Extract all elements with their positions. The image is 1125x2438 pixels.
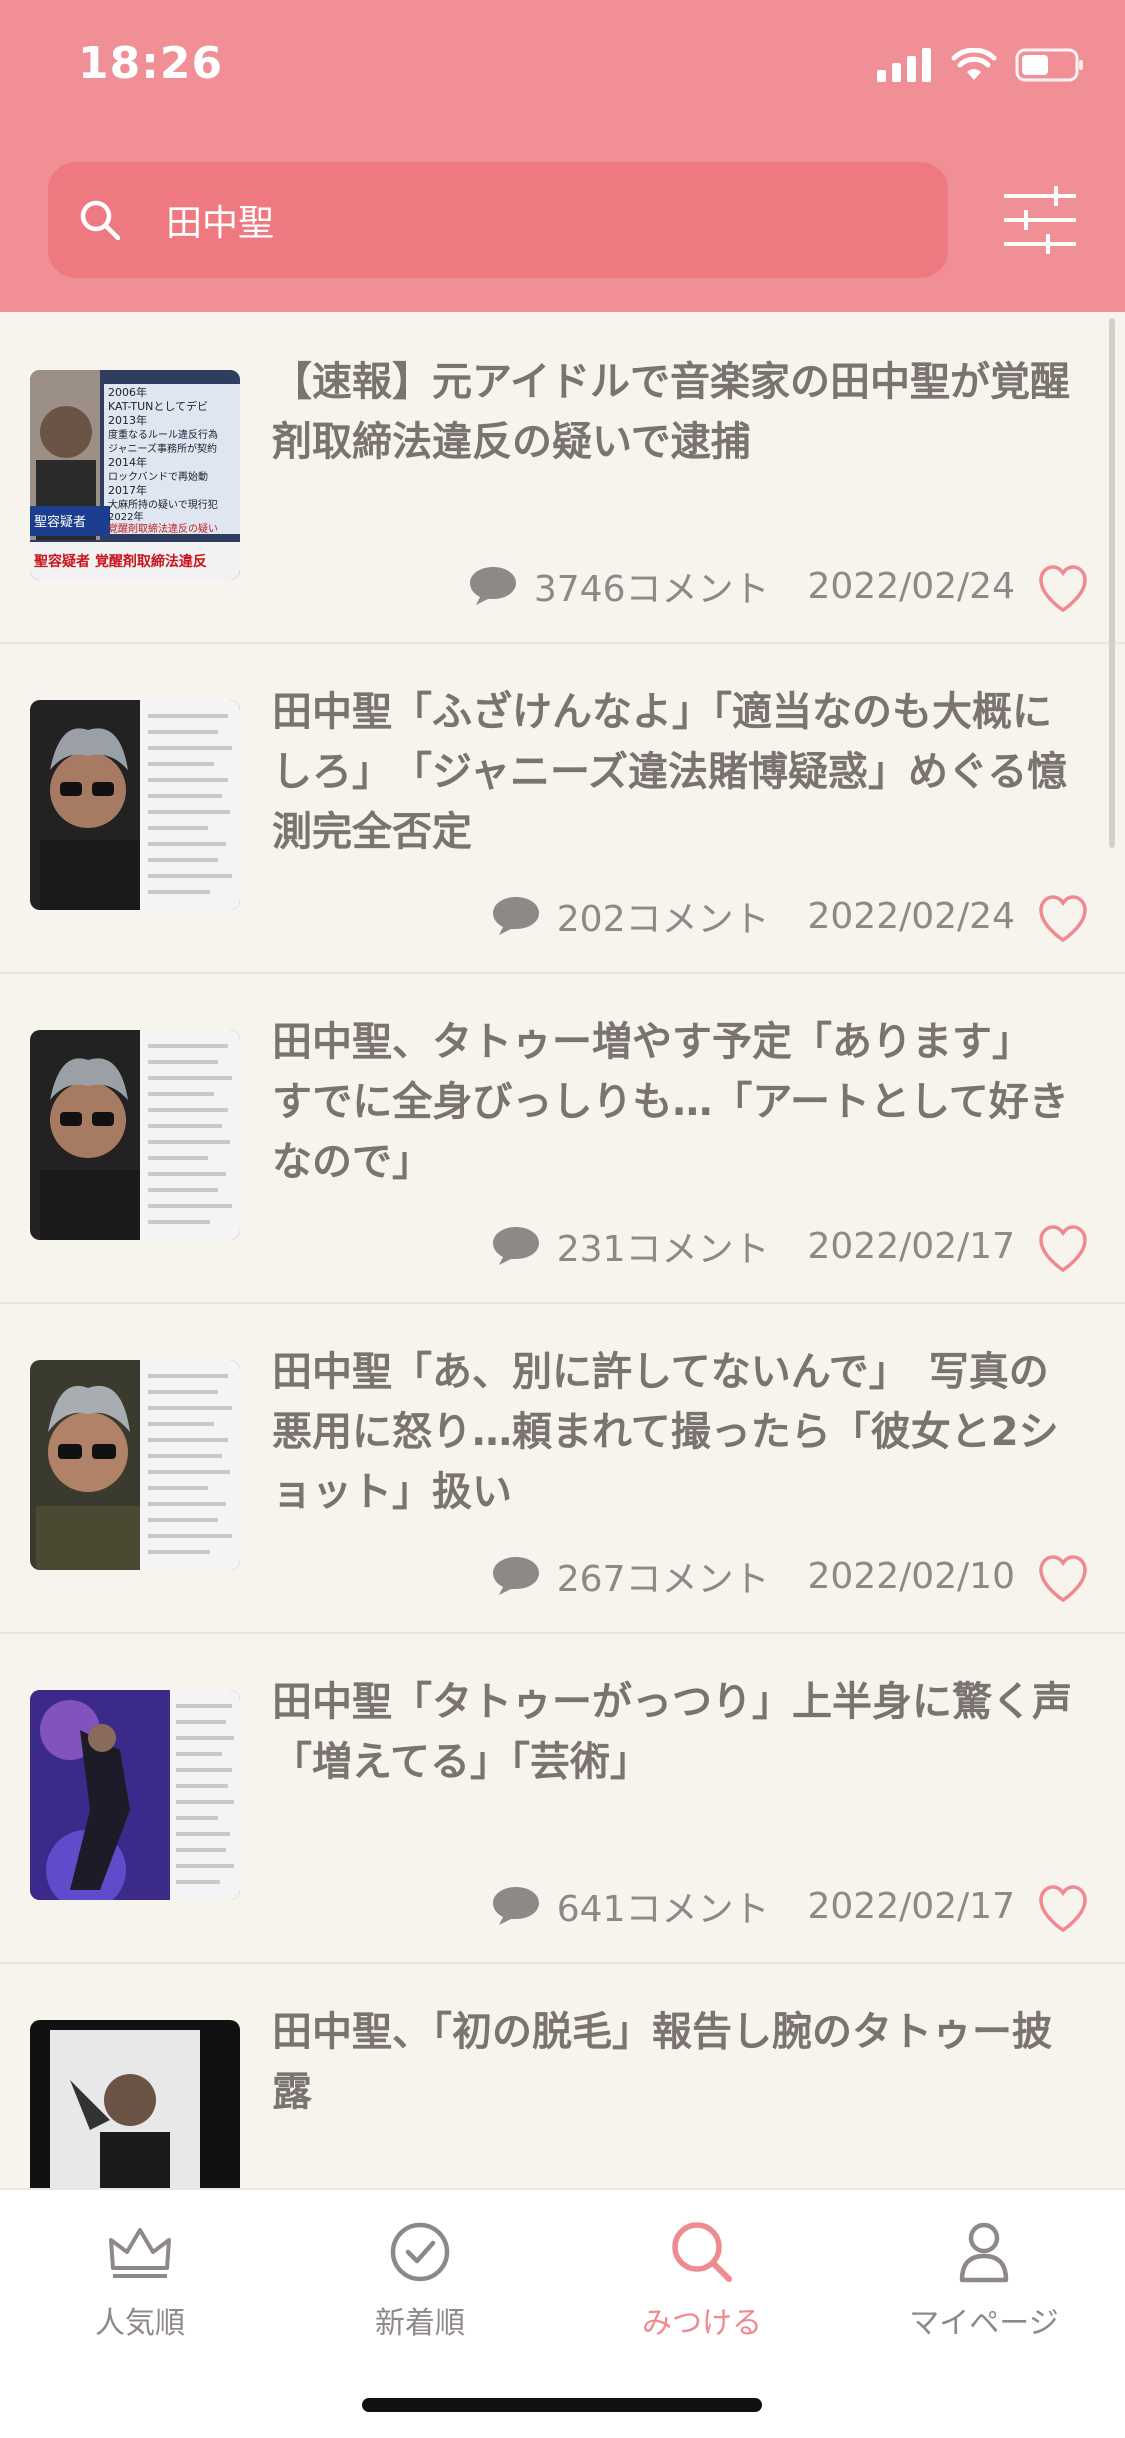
article-thumbnail xyxy=(30,1690,240,1900)
thumb-text: 2014年 xyxy=(108,455,147,469)
article-meta: 267コメント 2022/02/10 xyxy=(491,1550,1015,1602)
comment-icon xyxy=(492,1887,539,1925)
thumb-text: 度重なるルール違反行為 xyxy=(108,428,218,441)
article-thumbnail: 2006年 KAT-TUNとしてデビ 2013年 度重なるルール違反行為 ジャニ… xyxy=(30,370,240,580)
article-title: 田中聖、タトゥー増やす予定「あります」 すでに全身びっしりも…「アートとして好き… xyxy=(272,1019,1069,1185)
heart-icon[interactable] xyxy=(1037,894,1089,944)
thumb-text: 2013年 xyxy=(108,413,147,427)
comment-icon xyxy=(492,1557,539,1595)
article-title: 田中聖「ふざけんなよ」「適当なのも大概にしろ」 「ジャニーズ違法賭博疑惑」めぐる… xyxy=(272,689,1068,855)
status-time: 18:26 xyxy=(78,38,224,89)
thumb-text: 覚醒剤取締法違反の疑い xyxy=(108,522,218,535)
comment-count: 3746コメント xyxy=(533,569,770,610)
comment-icon xyxy=(492,897,539,935)
thumb-text: KAT-TUNとしてデビ xyxy=(108,399,208,413)
tab-search[interactable]: みつける xyxy=(602,2212,802,2342)
heart-icon[interactable] xyxy=(1037,1224,1089,1274)
comment-icon xyxy=(469,567,516,605)
thumb-text: 聖容疑者 xyxy=(34,514,86,530)
search-query: 田中聖 xyxy=(166,203,275,244)
filter-sliders-icon[interactable] xyxy=(1000,184,1080,256)
heart-icon[interactable] xyxy=(1037,1884,1089,1934)
article-date: 2022/02/24 xyxy=(807,895,1016,937)
thumb-text: 2017年 xyxy=(108,483,147,497)
article-thumbnail xyxy=(30,1030,240,1240)
thumb-caption: 聖容疑者 覚醒剤取締法違反 xyxy=(34,553,207,570)
search-input[interactable]: 田中聖 xyxy=(48,162,948,278)
thumb-text: 2006年 xyxy=(108,385,147,399)
comment-count: 231コメント xyxy=(556,1229,770,1270)
comment-count: 202コメント xyxy=(556,899,770,940)
thumb-text: ロックバンドで再始動 xyxy=(108,470,208,483)
tab-popular[interactable]: 人気順 xyxy=(40,2212,240,2342)
article-title: 田中聖「タトゥーがっつり」上半身に驚く声 「増えてる」「芸術」 xyxy=(272,1679,1112,1785)
signal-icon xyxy=(877,48,931,82)
person-icon xyxy=(884,2212,1084,2292)
tab-mypage[interactable]: マイページ xyxy=(884,2212,1084,2342)
article-item[interactable]: 田中聖「タトゥーがっつり」上半身に驚く声 「増えてる」「芸術」 641コメント … xyxy=(0,1632,1125,1964)
article-item[interactable]: 田中聖「あ、別に許してないんで」 写真の悪用に怒り…頼まれて撮ったら「彼女と2シ… xyxy=(0,1302,1125,1634)
article-item[interactable]: 田中聖、「初の脱毛」報告し腕のタトゥー披露 xyxy=(0,1962,1125,2188)
article-thumbnail xyxy=(30,700,240,910)
status-icons xyxy=(877,48,1085,82)
search-icon xyxy=(602,2212,802,2292)
article-item[interactable]: 2006年 KAT-TUNとしてデビ 2013年 度重なるルール違反行為 ジャニ… xyxy=(0,312,1125,644)
thumb-text: ジャニーズ事務所が契約 xyxy=(108,442,217,455)
article-meta: 641コメント 2022/02/17 xyxy=(491,1880,1015,1932)
article-date: 2022/02/17 xyxy=(807,1885,1016,1927)
comment-count: 641コメント xyxy=(556,1889,770,1930)
clock-icon xyxy=(320,2212,520,2292)
battery-icon xyxy=(1015,48,1083,82)
article-meta: 3746コメント 2022/02/24 xyxy=(468,560,1015,612)
tab-label: みつける xyxy=(642,2306,762,2341)
home-indicator xyxy=(362,2398,762,2412)
article-item[interactable]: 田中聖「ふざけんなよ」「適当なのも大概にしろ」 「ジャニーズ違法賭博疑惑」めぐる… xyxy=(0,642,1125,974)
tab-label: マイページ xyxy=(909,2306,1059,2341)
crown-icon xyxy=(40,2212,240,2292)
article-list: 2006年 KAT-TUNとしてデビ 2013年 度重なるルール違反行為 ジャニ… xyxy=(0,312,1125,2188)
article-title: 田中聖、「初の脱毛」報告し腕のタトゥー披露 xyxy=(272,2009,1052,2115)
article-thumbnail xyxy=(30,1360,240,1570)
scrollbar[interactable] xyxy=(1109,318,1115,848)
tab-label: 新着順 xyxy=(375,2306,465,2341)
article-thumbnail xyxy=(30,2020,240,2188)
comment-count: 267コメント xyxy=(556,1559,770,1600)
article-title: 田中聖「あ、別に許してないんで」 写真の悪用に怒り…頼まれて撮ったら「彼女と2シ… xyxy=(272,1349,1059,1515)
tab-new[interactable]: 新着順 xyxy=(320,2212,520,2342)
article-item[interactable]: 田中聖、タトゥー増やす予定「あります」 すでに全身びっしりも…「アートとして好き… xyxy=(0,972,1125,1304)
thumb-text: 2022年 xyxy=(108,510,143,523)
tab-label: 人気順 xyxy=(95,2306,185,2341)
app-header: 18:26 田中聖 xyxy=(0,0,1125,312)
article-date: 2022/02/24 xyxy=(807,565,1016,607)
heart-icon[interactable] xyxy=(1037,564,1089,614)
article-meta: 202コメント 2022/02/24 xyxy=(491,890,1015,942)
article-date: 2022/02/17 xyxy=(807,1225,1016,1267)
comment-icon xyxy=(492,1227,539,1265)
search-icon xyxy=(70,190,130,250)
article-title: 【速報】元アイドルで音楽家の田中聖が覚醒剤取締法違反の疑いで逮捕 xyxy=(272,359,1070,465)
thumb-text: 大麻所持の疑いで現行犯 xyxy=(108,498,218,511)
wifi-icon xyxy=(951,48,997,80)
heart-icon[interactable] xyxy=(1037,1554,1089,1604)
article-meta: 231コメント 2022/02/17 xyxy=(491,1220,1015,1272)
article-date: 2022/02/10 xyxy=(807,1555,1016,1597)
